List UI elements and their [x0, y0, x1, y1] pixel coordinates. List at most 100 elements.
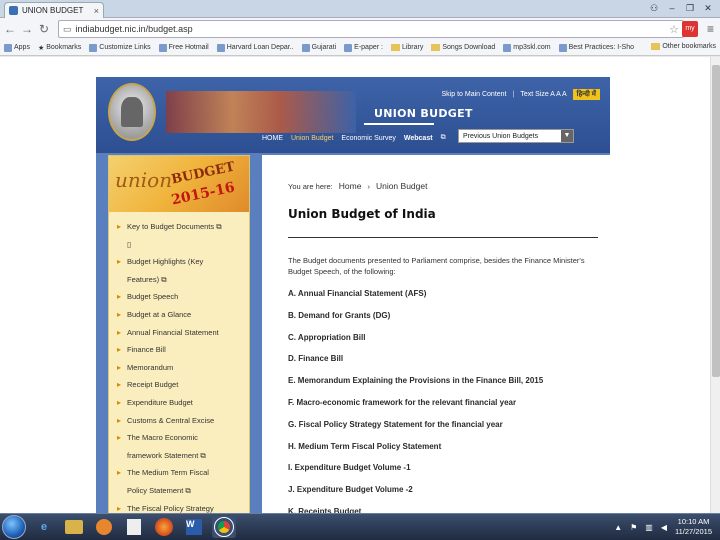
nav-webcast[interactable]: Webcast — [404, 135, 433, 142]
bookmark-item[interactable]: Gujarati — [301, 43, 336, 52]
user-icon[interactable]: ⚇ — [646, 2, 662, 14]
other-bookmarks[interactable]: Other bookmarks — [651, 43, 716, 50]
bookmark-item[interactable]: Harvard Loan Depar.. — [216, 43, 294, 52]
sidebar-item[interactable]: The Medium Term Fiscal — [117, 464, 245, 482]
document-item[interactable]: B. Demand for Grants (DG) — [288, 305, 543, 327]
restore-icon[interactable]: ❐ — [682, 2, 698, 14]
hindi-button[interactable]: हिन्दी में — [572, 89, 600, 100]
chrome-icon[interactable] — [212, 516, 236, 538]
internet-explorer-icon[interactable]: e — [32, 516, 56, 538]
top-links: Skip to Main Content | Text Size A A A ह… — [442, 89, 600, 100]
sidebar-item-continuation[interactable]: Policy Statement ⧉ — [127, 482, 245, 500]
nav-economic-survey[interactable]: Economic Survey — [341, 135, 395, 142]
link-icon — [503, 43, 512, 52]
vertical-scrollbar[interactable] — [710, 57, 720, 513]
document-item[interactable]: I. Expenditure Budget Volume -1 — [288, 457, 543, 479]
sidebar-item[interactable]: Budget Highlights (Key — [117, 253, 245, 271]
address-bar[interactable]: ▭ indiabudget.nic.in/budget.asp ☆ — [58, 20, 684, 38]
text-size-control[interactable]: Text Size A A A — [520, 91, 566, 98]
media-player-icon[interactable] — [92, 516, 116, 538]
nav-home[interactable]: HOME — [262, 135, 283, 142]
main-content: You are here: Home › Union Budget Union … — [262, 155, 610, 513]
breadcrumb-home[interactable]: Home — [339, 181, 362, 191]
star-icon[interactable]: ☆ — [669, 23, 679, 36]
document-item[interactable]: D. Finance Bill — [288, 348, 543, 370]
file-explorer-icon[interactable] — [62, 516, 86, 538]
folder-icon — [431, 44, 441, 51]
sidebar-item-continuation[interactable]: ▯ — [127, 236, 245, 254]
sidebar-item[interactable]: Customs & Central Excise — [117, 412, 245, 430]
clock[interactable]: 10:10 AM 11/27/2015 — [675, 517, 712, 537]
apps-icon — [4, 43, 12, 52]
firefox-icon[interactable] — [152, 516, 176, 538]
bookmark-item[interactable]: Best Practices: I-Sho — [558, 43, 634, 52]
bookmark-item[interactable]: Free Hotmail — [158, 43, 209, 52]
sidebar-item[interactable]: Budget at a Glance — [117, 306, 245, 324]
sidebar-item[interactable]: Expenditure Budget — [117, 394, 245, 412]
sidebar-item-continuation[interactable]: Features) ⧉ — [127, 271, 245, 289]
forward-icon[interactable]: → — [21, 22, 33, 36]
link-icon — [158, 43, 167, 52]
minimize-icon[interactable]: – — [664, 2, 680, 14]
flag-icon[interactable]: ⚑ — [630, 523, 637, 532]
back-icon[interactable]: ← — [4, 22, 16, 36]
sidebar-links: Key to Budget Documents ⧉ ▯ Budget Highl… — [109, 212, 249, 513]
pdf-icon: ⧉ — [161, 274, 167, 284]
sidebar-item[interactable]: Memorandum — [117, 359, 245, 377]
pdf-icon: ⧉ — [200, 450, 206, 460]
pdf-icon: ⧉ — [185, 485, 191, 495]
document-item[interactable]: H. Medium Term Fiscal Policy Statement — [288, 436, 543, 458]
bookmark-item[interactable]: Customize Links — [89, 43, 151, 52]
close-window-icon[interactable]: ✕ — [700, 2, 716, 14]
previous-budgets-select[interactable]: Previous Union Budgets ▼ — [458, 129, 574, 143]
document-item[interactable]: G. Fiscal Policy Strategy Statement for … — [288, 414, 543, 436]
extension-icon[interactable]: my — [682, 21, 698, 37]
document-item[interactable]: K. Receipts Budget — [288, 501, 543, 513]
pdf-icon: ⧉ — [216, 222, 222, 231]
favicon-icon — [9, 6, 18, 15]
scrollbar-thumb[interactable] — [712, 65, 720, 377]
sidebar-item[interactable]: The Fiscal Policy Strategy — [117, 500, 245, 514]
browser-tab[interactable]: UNION BUDGET × — [4, 2, 104, 18]
menu-icon[interactable]: ≡ — [707, 22, 714, 36]
bookmark-apps[interactable]: Apps — [4, 43, 30, 52]
reload-icon[interactable]: ↻ — [38, 22, 50, 36]
start-button[interactable] — [2, 515, 26, 539]
tab-title: UNION BUDGET — [22, 6, 84, 15]
nav-union-budget[interactable]: Union Budget — [291, 135, 333, 142]
system-tray: ▲ ⚑ ▥ ◀ 10:10 AM 11/27/2015 — [614, 517, 712, 537]
document-item[interactable]: C. Appropriation Bill — [288, 327, 543, 349]
network-icon[interactable]: ▥ — [645, 523, 653, 532]
url-text[interactable]: indiabudget.nic.in/budget.asp — [76, 24, 666, 34]
show-hidden-icons-icon[interactable]: ▲ — [614, 523, 622, 532]
sidebar-item[interactable]: Finance Bill — [117, 341, 245, 359]
bookmark-item[interactable]: Songs Download — [431, 44, 495, 51]
dropdown-value: Previous Union Budgets — [463, 132, 539, 140]
document-item[interactable]: A. Annual Financial Statement (AFS) — [288, 283, 543, 305]
video-icon[interactable] — [122, 516, 146, 538]
bookmark-item[interactable]: Library — [390, 44, 423, 51]
bookmark-star-icon: ★ — [37, 44, 45, 52]
bookmarks-bar: Apps ★ Bookmarks Customize Links Free Hot… — [0, 40, 720, 56]
document-item[interactable]: E. Memorandum Explaining the Provisions … — [288, 370, 543, 392]
close-tab-icon[interactable]: × — [94, 6, 99, 16]
breadcrumb-arrow: › — [367, 181, 370, 191]
volume-icon[interactable]: ◀ — [661, 523, 667, 532]
sidebar-item-continuation[interactable]: framework Statement ⧉ — [127, 447, 245, 465]
document-item[interactable]: J. Expenditure Budget Volume -2 — [288, 479, 543, 501]
union-budget-banner: union BUDGET 2015-16 — [109, 156, 249, 212]
bookmark-item[interactable]: E-paper : — [344, 43, 383, 52]
link-icon — [89, 43, 98, 52]
skip-to-content-link[interactable]: Skip to Main Content — [442, 91, 507, 98]
folder-icon — [390, 44, 400, 51]
sidebar-item[interactable]: Budget Speech — [117, 288, 245, 306]
sidebar-item[interactable]: Annual Financial Statement — [117, 324, 245, 342]
sidebar-item[interactable]: The Macro Economic — [117, 429, 245, 447]
bookmark-item[interactable]: mp3skl.com — [503, 43, 551, 52]
sidebar-item[interactable]: Key to Budget Documents ⧉ — [117, 218, 245, 236]
bookmark-item[interactable]: ★ Bookmarks — [38, 44, 81, 52]
document-item[interactable]: F. Macro-economic framework for the rele… — [288, 392, 543, 414]
sidebar-item[interactable]: Receipt Budget — [117, 376, 245, 394]
page-title: Union Budget of India — [288, 207, 436, 221]
word-icon[interactable]: W — [182, 516, 206, 538]
